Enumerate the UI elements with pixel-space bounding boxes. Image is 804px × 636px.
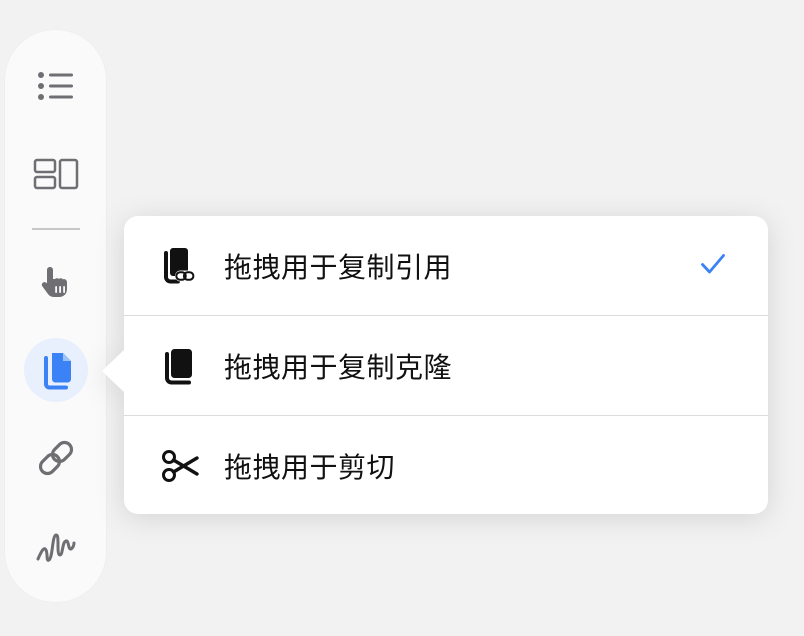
list-icon [37,70,75,102]
book-stack-icon [160,346,200,386]
hand-pointer-icon [38,264,74,300]
squiggle-icon [35,526,77,566]
left-toolbar [5,30,106,602]
book-link-icon [160,246,200,286]
toolbar-layout-button[interactable] [24,142,88,206]
toolbar-copy-button[interactable] [23,338,88,402]
popover-arrow [102,349,125,393]
menu-item-label: 拖拽用于复制引用 [224,250,453,284]
menu-item-copy-reference[interactable]: 拖拽用于复制引用 [124,216,768,315]
drag-mode-popover: 拖拽用于复制引用 拖拽用于复制克隆 拖拽用于剪切 [102,216,768,514]
toolbar-squiggle-button[interactable] [24,514,88,578]
drag-mode-menu: 拖拽用于复制引用 拖拽用于复制克隆 拖拽用于剪切 [124,216,768,514]
scissors-icon [160,446,200,486]
toolbar-divider [32,228,80,230]
link-icon [36,438,76,478]
layout-icon [33,158,79,190]
toolbar-hand-button[interactable] [24,250,88,314]
menu-item-copy-clone[interactable]: 拖拽用于复制克隆 [124,316,768,415]
checkmark-icon [700,253,726,279]
menu-item-label: 拖拽用于剪切 [224,450,396,484]
copy-icon [38,350,74,390]
menu-item-label: 拖拽用于复制克隆 [224,350,453,384]
toolbar-link-button[interactable] [24,426,88,490]
menu-item-cut[interactable]: 拖拽用于剪切 [124,416,768,514]
toolbar-list-button[interactable] [24,54,88,118]
